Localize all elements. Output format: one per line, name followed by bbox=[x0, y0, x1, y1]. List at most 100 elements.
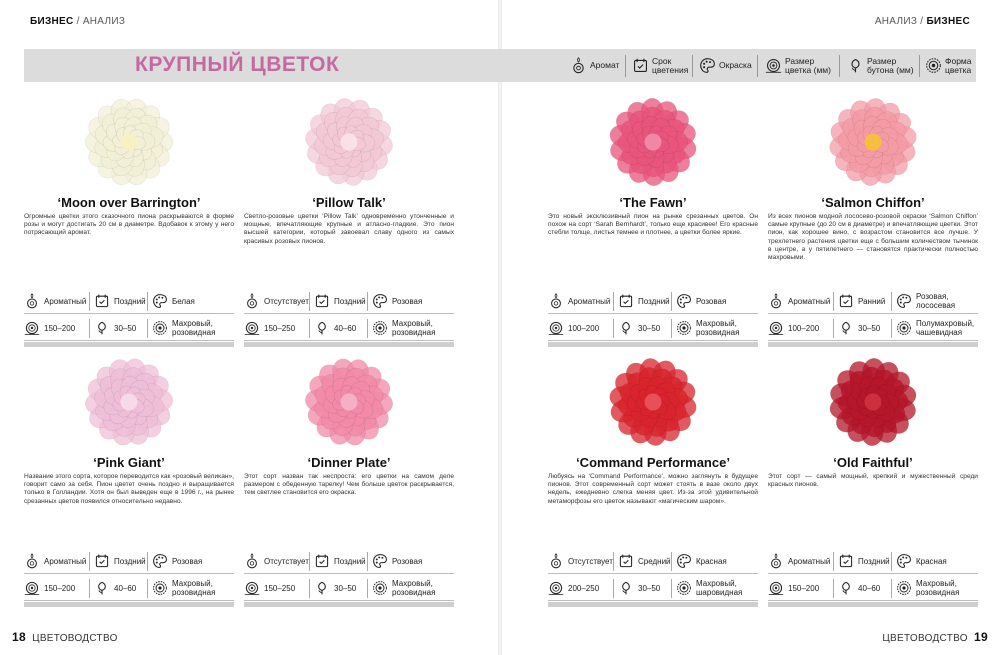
flower-size-icon bbox=[244, 580, 260, 596]
bud-size-icon bbox=[314, 580, 330, 596]
peony-attributes: Отсутствует Средний Красная 200–250 30–50 Мах… bbox=[548, 548, 758, 607]
attribute-value: Розовая bbox=[172, 556, 203, 566]
attribute-time: Поздний bbox=[94, 288, 146, 314]
bloom-time-icon bbox=[314, 293, 330, 309]
attribute-value: 200–250 bbox=[568, 583, 600, 593]
attribute-value: Махровый, розовидная bbox=[392, 319, 436, 337]
attribute-value: Поздний bbox=[858, 556, 890, 566]
attribute-value: Отсутствует bbox=[264, 296, 309, 306]
attribute-divider bbox=[891, 292, 892, 311]
attribute-value: Ароматный bbox=[788, 296, 831, 306]
peony-description: Этот сорт — самый мощный, крепкий и муже… bbox=[768, 473, 978, 489]
attribute-row-top: Ароматный Ранний Розовая, лососевая bbox=[768, 288, 978, 314]
aroma-icon bbox=[768, 553, 784, 569]
peony-name: ‘The Fawn’ bbox=[619, 195, 687, 210]
attribute-value: Ароматный bbox=[568, 296, 611, 306]
attribute-shape: Махровый, розовидная bbox=[676, 315, 758, 341]
peony-card: ‘Command Performance’ Любуясь на ‘Command… bbox=[548, 355, 758, 610]
attribute-value: Ароматный bbox=[44, 296, 87, 306]
bud-size-icon bbox=[314, 320, 330, 336]
peony-photo bbox=[82, 355, 176, 454]
legend-label: Размер бутона (мм) bbox=[867, 55, 914, 75]
flower-size-icon bbox=[768, 580, 784, 596]
attribute-value: 30–50 bbox=[114, 323, 137, 333]
aroma-icon bbox=[24, 553, 40, 569]
peony-description: Любуясь на ‘Command Performance’, можно … bbox=[548, 473, 758, 505]
attribute-size: 150–200 bbox=[24, 315, 75, 341]
attribute-divider bbox=[891, 319, 892, 338]
attribute-value: Ароматный bbox=[788, 556, 831, 566]
attribute-row-bottom: 150–250 30–50 Махровый, розовидная bbox=[244, 575, 454, 601]
legend-label: Окраска bbox=[719, 60, 752, 70]
attribute-paint: Розовая bbox=[152, 548, 202, 574]
flower-shape-icon bbox=[925, 57, 942, 74]
attribute-bud: 30–50 bbox=[618, 575, 660, 601]
aroma-icon bbox=[244, 553, 260, 569]
page-number: 19 bbox=[974, 630, 988, 644]
attribute-bar bbox=[548, 602, 758, 607]
flower-shape-icon bbox=[896, 320, 912, 336]
peony-photo bbox=[826, 355, 920, 454]
legend-item-flower-size: Размер цветка (мм) bbox=[765, 52, 831, 79]
attribute-value: Поздний bbox=[638, 296, 670, 306]
peony-card: ‘Old Faithful’ Этот сорт — самый мощный, … bbox=[768, 355, 978, 610]
attribute-paint: Розовая bbox=[372, 548, 422, 574]
footer-right: ЦВЕТОВОДСТВО 19 bbox=[882, 630, 988, 644]
palette-icon bbox=[372, 553, 388, 569]
flower-shape-icon bbox=[676, 320, 692, 336]
page-title: КРУПНЫЙ ЦВЕТОК bbox=[135, 53, 340, 76]
breadcrumb-section: БИЗНЕС bbox=[30, 16, 74, 27]
attribute-value: 30–50 bbox=[638, 323, 661, 333]
attribute-value: Красная bbox=[916, 556, 947, 566]
attribute-shape: Махровый, розовидная bbox=[372, 575, 454, 601]
attribute-divider bbox=[833, 319, 834, 338]
attribute-value: 100–200 bbox=[788, 323, 820, 333]
attribute-value: 150–200 bbox=[44, 323, 76, 333]
breadcrumb-right: АНАЛИЗ / БИЗНЕС bbox=[874, 16, 970, 27]
peony-name: ‘Command Performance’ bbox=[576, 455, 730, 470]
flower-size-icon bbox=[24, 320, 40, 336]
attribute-value: 150–200 bbox=[788, 583, 820, 593]
palette-icon bbox=[896, 553, 912, 569]
attribute-value: 40–60 bbox=[114, 583, 137, 593]
peony-card: ‘Moon over Barrington’ Огромные цветки эт… bbox=[24, 95, 234, 350]
attribute-aroma: Ароматный bbox=[24, 288, 86, 314]
page-gutter bbox=[498, 0, 502, 655]
attribute-divider bbox=[309, 292, 310, 311]
attribute-divider bbox=[147, 552, 148, 571]
flower-size-icon bbox=[548, 580, 564, 596]
aroma-icon bbox=[24, 293, 40, 309]
flower-size-icon bbox=[548, 320, 564, 336]
palette-icon bbox=[676, 553, 692, 569]
attribute-bar bbox=[24, 602, 234, 607]
attribute-value: Махровый, шаровидная bbox=[696, 579, 743, 597]
bloom-time-icon bbox=[618, 293, 634, 309]
attribute-divider bbox=[833, 292, 834, 311]
peony-photo bbox=[82, 95, 176, 194]
peony-photo bbox=[302, 355, 396, 454]
attribute-size: 150–200 bbox=[24, 575, 75, 601]
attribute-value: 40–60 bbox=[334, 323, 357, 333]
attribute-aroma: Ароматный bbox=[768, 288, 830, 314]
attribute-size: 200–250 bbox=[548, 575, 599, 601]
magazine-spread: БИЗНЕС / АНАЛИЗ АНАЛИЗ / БИЗНЕС КРУПНЫЙ … bbox=[0, 0, 1000, 655]
attribute-size: 100–200 bbox=[768, 315, 819, 341]
magazine-name: ЦВЕТОВОДСТВО bbox=[32, 633, 118, 644]
peony-attributes: Ароматный Поздний Белая 150–200 30–50 Махровы… bbox=[24, 288, 234, 347]
palette-icon bbox=[372, 293, 388, 309]
breadcrumb-section: БИЗНЕС bbox=[926, 16, 970, 27]
attribute-paint: Белая bbox=[152, 288, 195, 314]
peony-photo bbox=[826, 95, 920, 194]
aroma-icon bbox=[570, 57, 587, 74]
peony-attributes: Отсутствует Поздний Розовая 150–250 40–60 Мах… bbox=[244, 288, 454, 347]
attribute-divider bbox=[367, 319, 368, 338]
attribute-value: Махровый, розовидная bbox=[172, 319, 216, 337]
bud-size-icon bbox=[838, 320, 854, 336]
attribute-value: Отсутствует bbox=[264, 556, 309, 566]
attribute-divider bbox=[89, 319, 90, 338]
flower-size-icon bbox=[768, 320, 784, 336]
breadcrumb-left: БИЗНЕС / АНАЛИЗ bbox=[30, 16, 126, 27]
attribute-time: Поздний bbox=[314, 548, 366, 574]
attribute-time: Ранний bbox=[838, 288, 885, 314]
legend-item-bud-size: Размер бутона (мм) bbox=[847, 52, 914, 79]
